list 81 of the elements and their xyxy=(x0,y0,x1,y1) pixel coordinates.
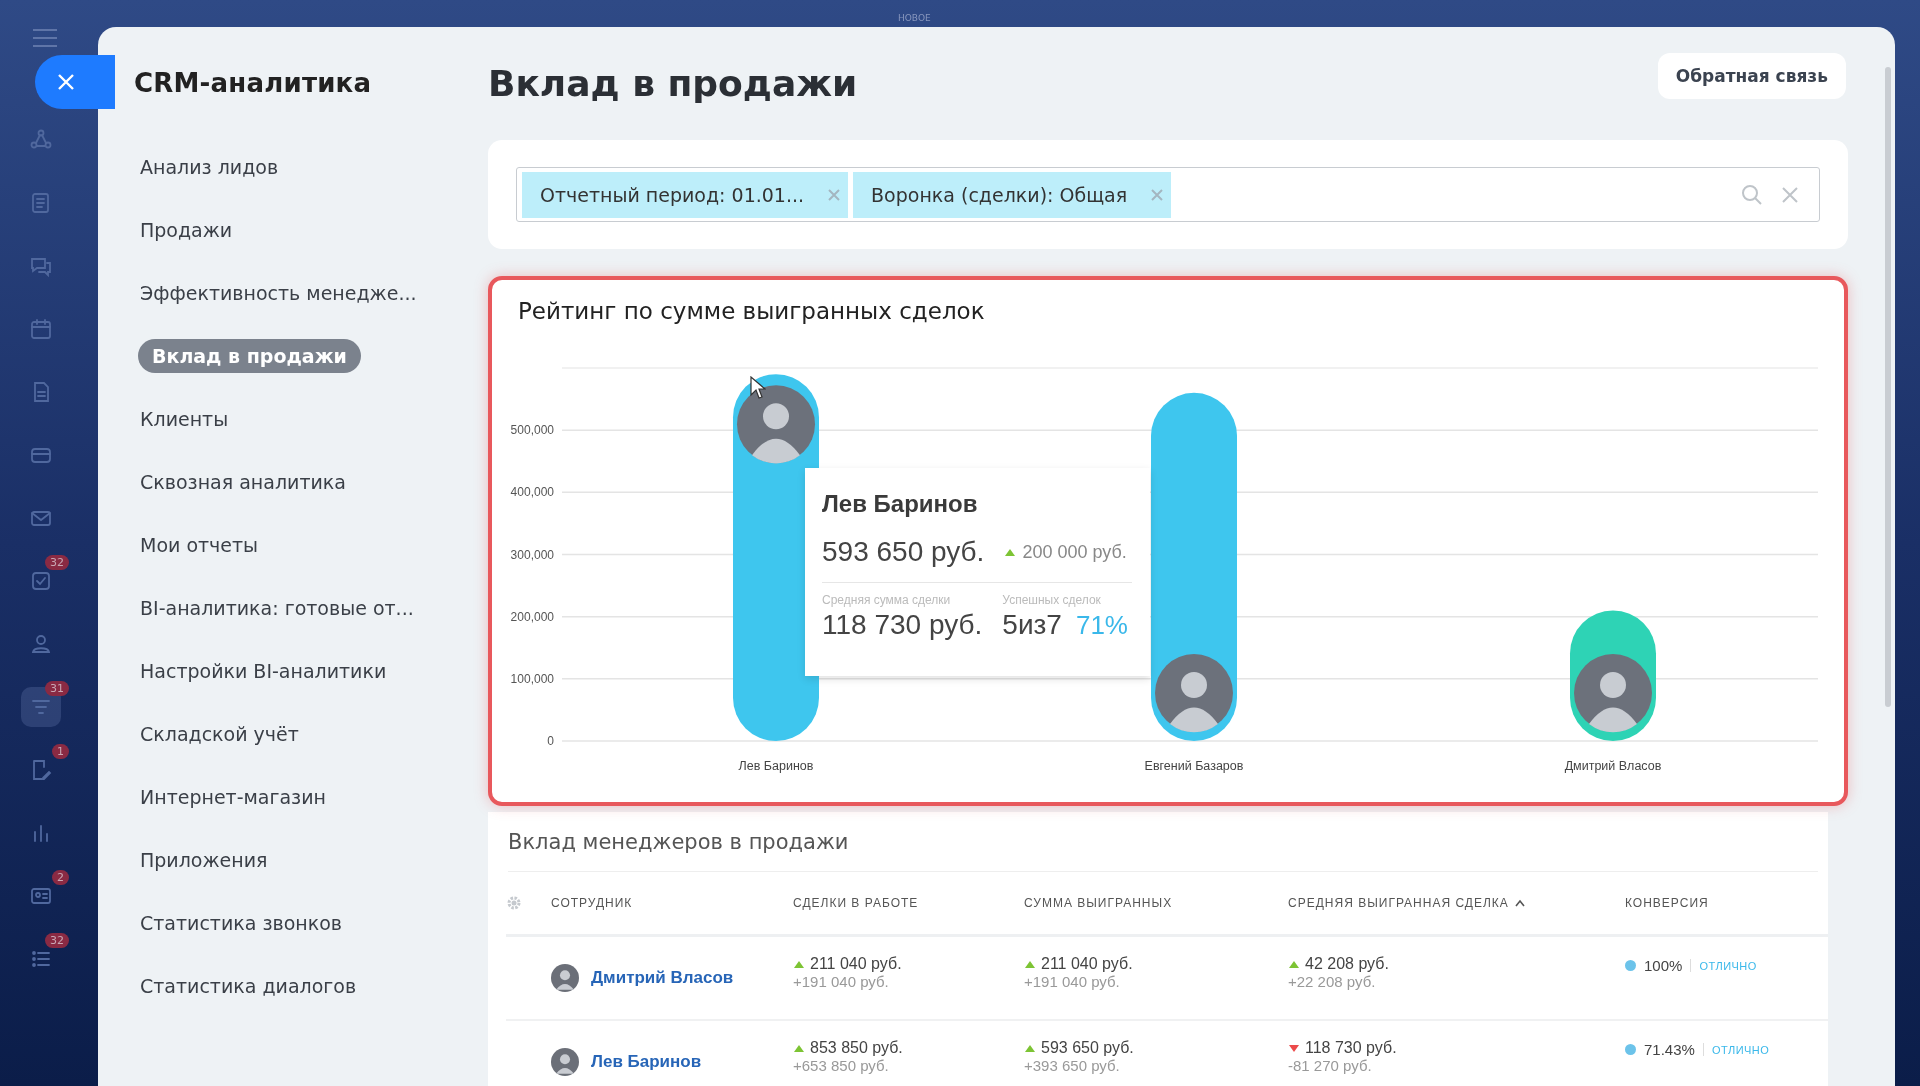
tooltip-label: Средняя сумма сделки xyxy=(822,593,952,607)
avatar xyxy=(551,1048,579,1076)
axis-label: Евгений Базаров xyxy=(1144,759,1244,773)
sidebar-item[interactable]: Клиенты xyxy=(140,402,229,436)
settings-icon[interactable] xyxy=(506,895,522,911)
delta-text: +393 650 руб. xyxy=(1024,1057,1121,1074)
tooltip-label: Успешных сделок xyxy=(1002,593,1102,607)
axis-label: 200,000 xyxy=(510,609,554,624)
top-label: НОВОЕ xyxy=(898,13,931,23)
axis-label: 400,000 xyxy=(510,485,554,500)
tooltip-name: Лев Баринов xyxy=(822,490,979,518)
remove-icon[interactable] xyxy=(1151,188,1164,201)
conversion-value: 100% xyxy=(1644,957,1683,974)
remove-icon[interactable] xyxy=(828,188,841,201)
avatar xyxy=(551,964,579,992)
sidebar-item[interactable]: Анализ лидов xyxy=(140,150,279,184)
calendar-icon[interactable] xyxy=(29,317,53,341)
delta-text: +191 040 руб. xyxy=(1024,973,1121,990)
sidebar-item[interactable]: Сквозная аналитика xyxy=(140,465,346,499)
page-title: Вклад в продажи xyxy=(488,62,858,104)
tooltip-value: 5из7 xyxy=(1002,609,1062,640)
axis-label: 0 xyxy=(547,734,554,748)
sidebar-item[interactable]: Интернет-магазин xyxy=(140,780,326,814)
sidebar-item[interactable]: BI-аналитика: готовые от... xyxy=(140,591,414,625)
table-cell: 211 040 руб. xyxy=(1041,955,1133,973)
table-cell: 593 650 руб. xyxy=(1041,1039,1134,1057)
column-header[interactable]: СДЕЛКИ В РАБОТЕ xyxy=(793,896,919,910)
section-title: Вклад менеджеров в продажи xyxy=(508,812,1818,872)
tooltip-amount: 593 650 руб. xyxy=(822,536,985,568)
notification-badge: 1 xyxy=(52,744,69,759)
column-header[interactable]: СРЕДНЯЯ ВЫИГРАННАЯ СДЕЛКА xyxy=(1288,896,1509,910)
delta-text: +653 850 руб. xyxy=(793,1057,890,1074)
cursor-icon xyxy=(750,376,766,400)
sidebar-item[interactable]: Приложения xyxy=(140,843,268,877)
table-cell: 118 730 руб. xyxy=(1305,1039,1397,1057)
notification-badge: 31 xyxy=(45,681,69,696)
delta-text: +22 208 руб. xyxy=(1288,973,1377,990)
axis-label: 500,000 xyxy=(510,423,554,438)
sidebar-item[interactable]: Эффективность менедже... xyxy=(140,276,417,310)
sidebar-item[interactable]: Мои отчеты xyxy=(140,528,259,562)
sidebar-item[interactable]: Вклад в продажи xyxy=(138,339,361,373)
axis-label: 300,000 xyxy=(510,547,554,562)
delta-text: +191 040 руб. xyxy=(793,973,890,990)
column-header[interactable]: СОТРУДНИК xyxy=(551,896,633,910)
feedback-button[interactable]: Обратная связь xyxy=(1657,53,1846,99)
conversion-value: 71.43% xyxy=(1644,1041,1695,1058)
clear-icon[interactable] xyxy=(1780,184,1800,205)
sidebar-item[interactable]: Статистика звонков xyxy=(140,906,343,940)
chart-title: Рейтинг по сумме выигранных сделок xyxy=(518,298,985,324)
checkbox-icon[interactable] xyxy=(29,569,53,593)
search-icon[interactable] xyxy=(1741,183,1763,206)
employee-link[interactable]: Дмитрий Власов xyxy=(591,968,734,988)
notification-badge: 32 xyxy=(45,933,69,948)
table-cell: 853 850 руб. xyxy=(810,1039,903,1057)
notification-badge: 2 xyxy=(52,870,69,885)
close-button[interactable] xyxy=(35,55,115,109)
column-header[interactable]: СУММА ВЫИГРАННЫХ xyxy=(1024,896,1173,910)
filter-field[interactable]: Отчетный период: 01.01... Воронка (сделки): Общая xyxy=(516,167,1820,222)
menu-icon[interactable] xyxy=(32,28,58,48)
tooltip-value: 118 730 руб. xyxy=(822,609,984,641)
tooltip-percent: 71% xyxy=(1075,610,1128,640)
sidebar-title: CRM-аналитика xyxy=(134,68,373,98)
rating-label: ОТЛИЧНО xyxy=(1711,1043,1770,1056)
table-cell: 42 208 руб. xyxy=(1305,955,1389,973)
rating-label: ОТЛИЧНО xyxy=(1699,959,1757,972)
sidebar-item[interactable]: Настройки BI-аналитики xyxy=(140,654,387,688)
axis-label: 100,000 xyxy=(510,671,554,686)
tooltip-delta: 200 000 руб. xyxy=(1022,541,1127,563)
people-icon[interactable] xyxy=(29,632,53,656)
axis-label: Дмитрий Власов xyxy=(1564,759,1662,773)
employee-link[interactable]: Лев Баринов xyxy=(591,1052,702,1072)
close-icon xyxy=(57,73,75,91)
table-cell: 211 040 руб. xyxy=(810,955,902,973)
scrollbar[interactable] xyxy=(1885,67,1891,707)
column-header[interactable]: КОНВЕРСИЯ xyxy=(1625,896,1709,910)
sidebar-item[interactable]: Статистика диалогов xyxy=(140,969,357,1003)
sidebar-item[interactable]: Продажи xyxy=(140,213,233,247)
notification-badge: 32 xyxy=(45,555,69,570)
sidebar-item[interactable]: Складской учёт xyxy=(140,717,299,751)
axis-label: Лев Баринов xyxy=(738,759,814,773)
delta-text: -81 270 руб. xyxy=(1288,1057,1373,1074)
